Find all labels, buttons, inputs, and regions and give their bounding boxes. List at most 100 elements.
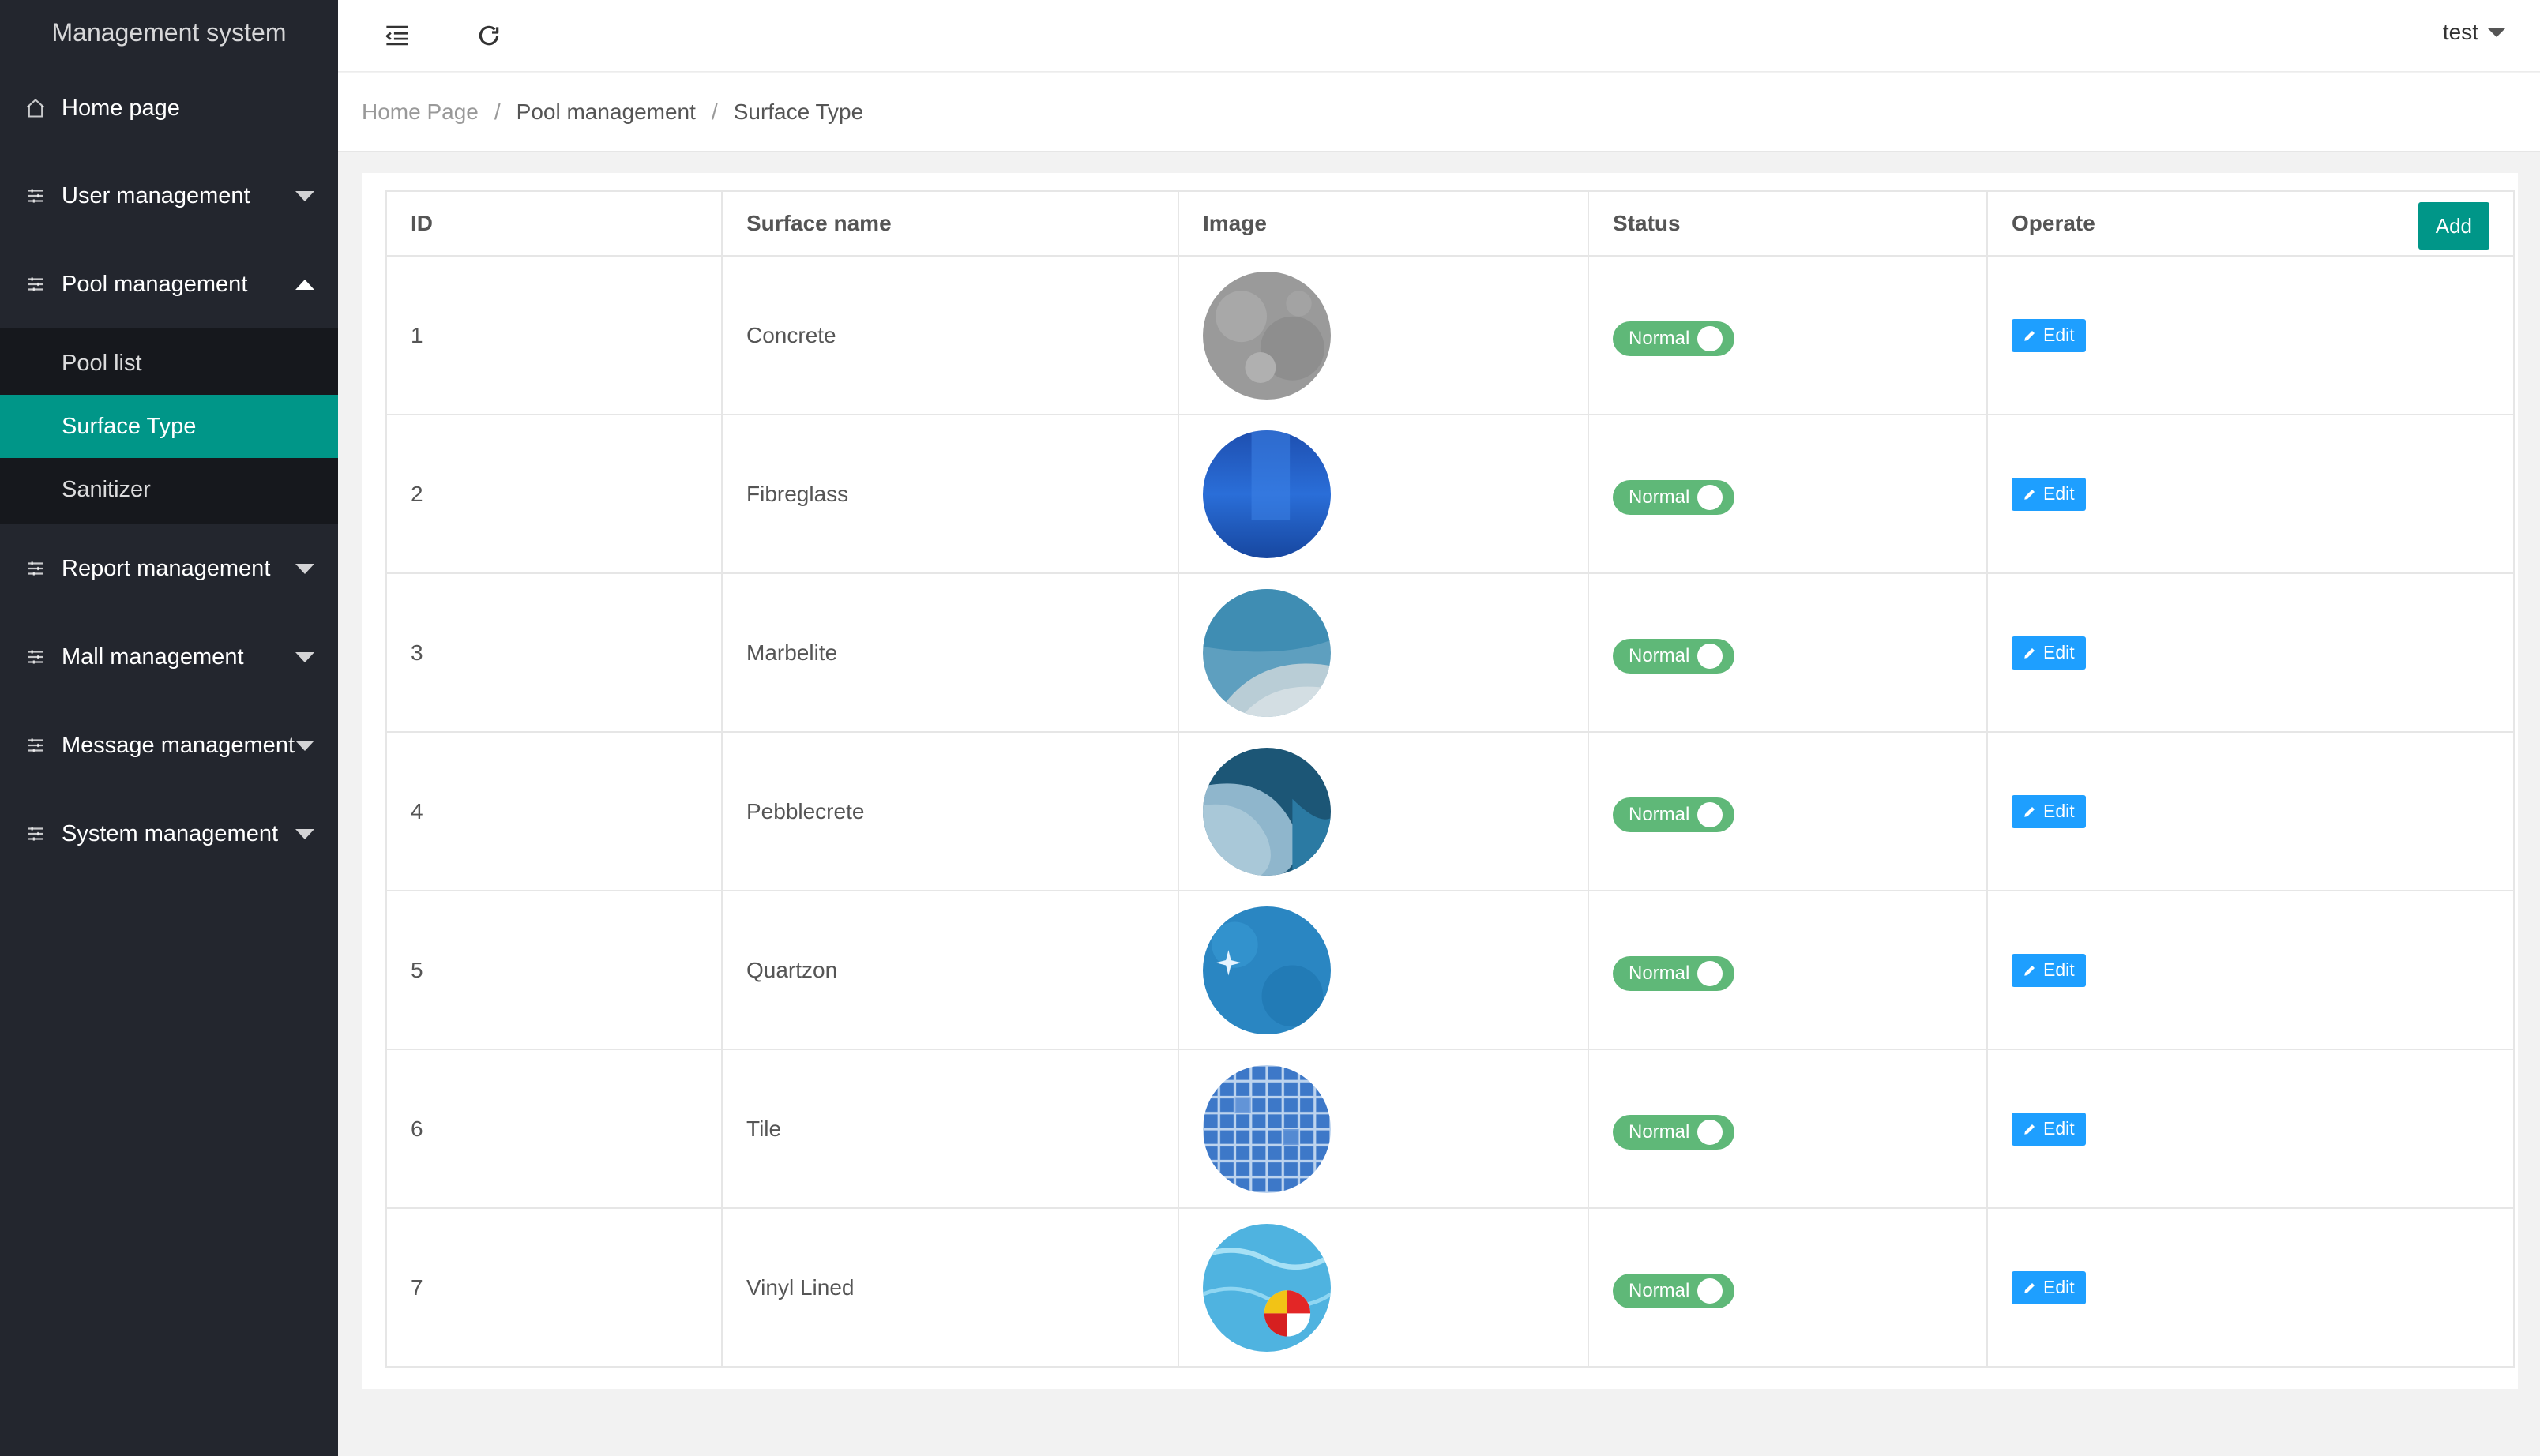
chevron-down-icon — [2488, 28, 2505, 37]
edit-button[interactable]: Edit — [2012, 477, 2086, 511]
cell-surface-name: Quartzon — [721, 890, 1179, 1050]
surface-image-concrete — [1203, 271, 1331, 400]
surface-image-quartzon — [1203, 906, 1331, 1034]
edit-button-label: Edit — [2043, 325, 2075, 345]
status-toggle[interactable]: Normal — [1613, 1114, 1734, 1150]
status-toggle-label: Normal — [1629, 962, 1690, 984]
table-row: 1 Concrete Normal Edit — [385, 255, 2515, 415]
table-row: 4 Pebblecrete Normal Edit — [385, 731, 2515, 891]
column-header-operate: Operate Add — [1986, 190, 2515, 257]
user-menu[interactable]: test — [2443, 0, 2505, 65]
cell-image — [1178, 1049, 1589, 1209]
pencil-icon — [2023, 1122, 2037, 1136]
cell-id: 3 — [385, 572, 723, 733]
edit-button[interactable]: Edit — [2012, 1112, 2086, 1146]
cell-operate: Edit — [1986, 255, 2515, 415]
sidebar-item-home[interactable]: Home page — [0, 65, 338, 152]
app-logo-title: Management system — [51, 18, 287, 47]
edit-button-label: Edit — [2043, 1277, 2075, 1297]
cell-surface-name: Marbelite — [721, 572, 1179, 733]
cell-surface-name: Vinyl Lined — [721, 1207, 1179, 1368]
cell-surface-name: Concrete — [721, 255, 1179, 415]
user-name: test — [2442, 20, 2478, 44]
cell-id: 7 — [385, 1207, 723, 1368]
table-row: 3 Marbelite Normal Edit — [385, 572, 2515, 733]
sidebar-item-mall-management[interactable]: Mall management — [0, 613, 338, 701]
status-toggle-label: Normal — [1629, 486, 1690, 508]
cell-status: Normal — [1588, 890, 1988, 1050]
status-toggle-label: Normal — [1629, 1120, 1690, 1143]
cell-status: Normal — [1588, 731, 1988, 891]
edit-button[interactable]: Edit — [2012, 318, 2086, 352]
indent-icon[interactable] — [378, 16, 417, 55]
sidebar-item-user-management[interactable]: User management — [0, 152, 338, 240]
sidebar-item-label: Message management — [62, 732, 295, 758]
edit-button-label: Edit — [2043, 959, 2075, 980]
chevron-down-icon — [295, 829, 314, 839]
pencil-icon — [2023, 963, 2037, 978]
breadcrumb-pool-management[interactable]: Pool management — [517, 99, 696, 125]
cell-status: Normal — [1588, 1049, 1988, 1209]
surface-image-vinyl-lined — [1203, 1223, 1331, 1352]
breadcrumb-home[interactable]: Home Page — [362, 99, 479, 125]
edit-button[interactable]: Edit — [2012, 1270, 2086, 1304]
edit-button[interactable]: Edit — [2012, 794, 2086, 828]
breadcrumb-separator: / — [711, 99, 718, 124]
sidebar-subitem-sanitizer[interactable]: Sanitizer — [0, 458, 338, 521]
chevron-down-icon — [295, 191, 314, 201]
pencil-icon — [2023, 1281, 2037, 1295]
status-toggle[interactable]: Normal — [1613, 955, 1734, 991]
chevron-down-icon — [295, 564, 314, 574]
status-toggle[interactable]: Normal — [1613, 638, 1734, 674]
sidebar-item-label: Mall management — [62, 644, 244, 670]
table-row: 2 Fibreglass Normal Edit — [385, 414, 2515, 574]
cell-operate: Edit — [1986, 1049, 2515, 1209]
status-toggle[interactable]: Normal — [1613, 797, 1734, 832]
table-row: 6 Tile Normal Edit — [385, 1049, 2515, 1209]
status-toggle[interactable]: Normal — [1613, 1273, 1734, 1308]
sidebar-subitem-pool-list[interactable]: Pool list — [0, 332, 338, 395]
cell-image — [1178, 890, 1589, 1050]
cell-operate: Edit — [1986, 1207, 2515, 1368]
home-icon — [24, 96, 47, 120]
sidebar-subitem-surface-type[interactable]: Surface Type — [0, 395, 338, 458]
refresh-icon[interactable] — [469, 16, 509, 55]
column-header-surface-name: Surface name — [721, 190, 1179, 257]
cell-image — [1178, 1207, 1589, 1368]
cell-surface-name: Fibreglass — [721, 414, 1179, 574]
edit-button-label: Edit — [2043, 642, 2075, 662]
cell-id: 6 — [385, 1049, 723, 1209]
sidebar-item-report-management[interactable]: Report management — [0, 524, 338, 613]
cell-status: Normal — [1588, 255, 1988, 415]
pencil-icon — [2023, 328, 2037, 343]
status-toggle-label: Normal — [1629, 1279, 1690, 1301]
add-button[interactable]: Add — [2418, 202, 2489, 250]
cell-image — [1178, 731, 1589, 891]
status-toggle[interactable]: Normal — [1613, 479, 1734, 515]
cell-image — [1178, 572, 1589, 733]
edit-button-label: Edit — [2043, 801, 2075, 821]
status-toggle[interactable]: Normal — [1613, 321, 1734, 356]
pencil-icon — [2023, 805, 2037, 819]
edit-button[interactable]: Edit — [2012, 636, 2086, 670]
sliders-icon — [24, 822, 47, 846]
top-header: test — [338, 0, 2540, 72]
toggle-knob — [1697, 801, 1723, 827]
cell-id: 5 — [385, 890, 723, 1050]
edit-button[interactable]: Edit — [2012, 953, 2086, 987]
chevron-down-icon — [295, 741, 314, 751]
column-header-operate-label: Operate — [2012, 211, 2095, 235]
sidebar-item-message-management[interactable]: Message management — [0, 701, 338, 790]
cell-surface-name: Tile — [721, 1049, 1179, 1209]
edit-button-label: Edit — [2043, 1118, 2075, 1139]
cell-id: 2 — [385, 414, 723, 574]
toggle-knob — [1697, 1119, 1723, 1145]
sidebar-item-pool-management[interactable]: Pool management — [0, 240, 338, 328]
sliders-icon — [24, 645, 47, 669]
sidebar-item-label: Home page — [62, 95, 180, 121]
table-header-row: ID Surface name Image Status Operate Add — [385, 190, 2515, 257]
sidebar-item-system-management[interactable]: System management — [0, 790, 338, 878]
cell-id: 1 — [385, 255, 723, 415]
sliders-icon — [24, 557, 47, 580]
sidebar: Management system Home page User managem… — [0, 0, 338, 1456]
